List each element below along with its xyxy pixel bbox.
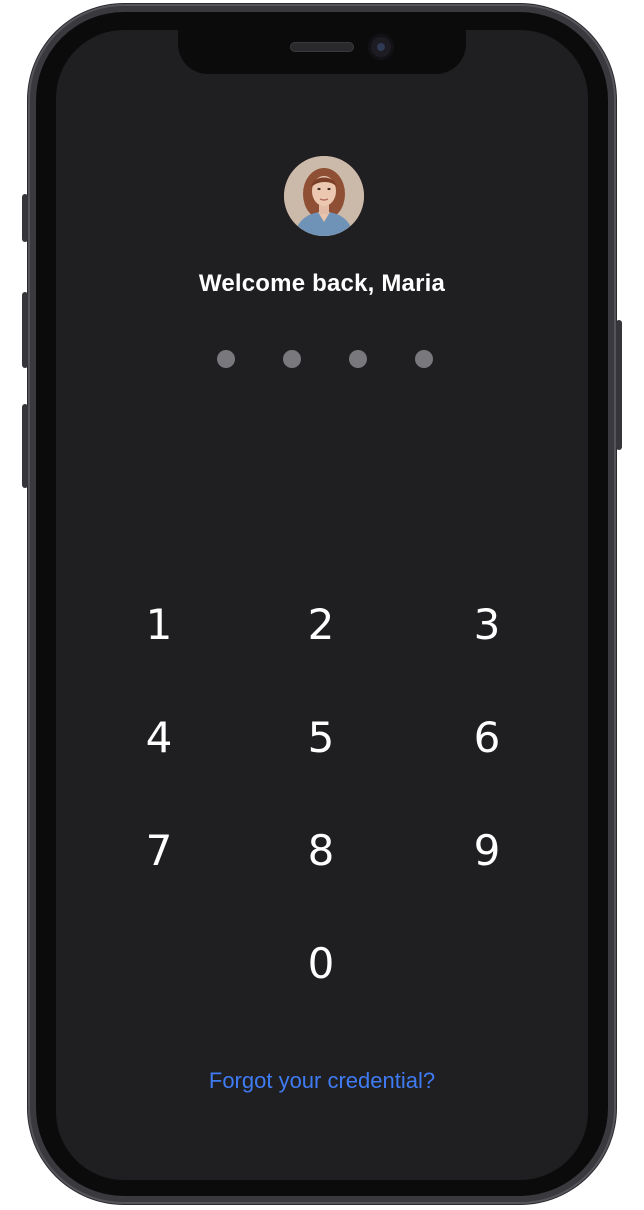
key-7[interactable]: 7	[114, 816, 204, 886]
silent-switch	[22, 194, 28, 242]
pin-dot-1	[217, 350, 235, 368]
welcome-message: Welcome back, Maria	[198, 270, 446, 297]
key-5[interactable]: 5	[276, 703, 366, 773]
pin-indicator	[56, 350, 588, 370]
lock-screen: Welcome back, Maria 1 2 3 4 5 6 7 8 9 0 …	[56, 30, 588, 1180]
key-4[interactable]: 4	[114, 703, 204, 773]
pin-dot-4	[415, 350, 433, 368]
pin-dot-3	[349, 350, 367, 368]
key-6[interactable]: 6	[442, 703, 532, 773]
avatar-photo	[284, 156, 364, 236]
front-camera	[368, 34, 394, 60]
notch	[178, 30, 466, 74]
key-9[interactable]: 9	[442, 816, 532, 886]
forgot-credential-link[interactable]: Forgot your credential?	[56, 1068, 588, 1094]
volume-up-button	[22, 292, 28, 368]
key-0[interactable]: 0	[276, 929, 366, 999]
power-button	[616, 320, 622, 450]
key-8[interactable]: 8	[276, 816, 366, 886]
key-3[interactable]: 3	[442, 590, 532, 660]
volume-down-button	[22, 404, 28, 488]
avatar	[284, 156, 364, 236]
pin-dot-2	[283, 350, 301, 368]
key-2[interactable]: 2	[276, 590, 366, 660]
speaker-grille	[290, 42, 354, 52]
key-1[interactable]: 1	[114, 590, 204, 660]
